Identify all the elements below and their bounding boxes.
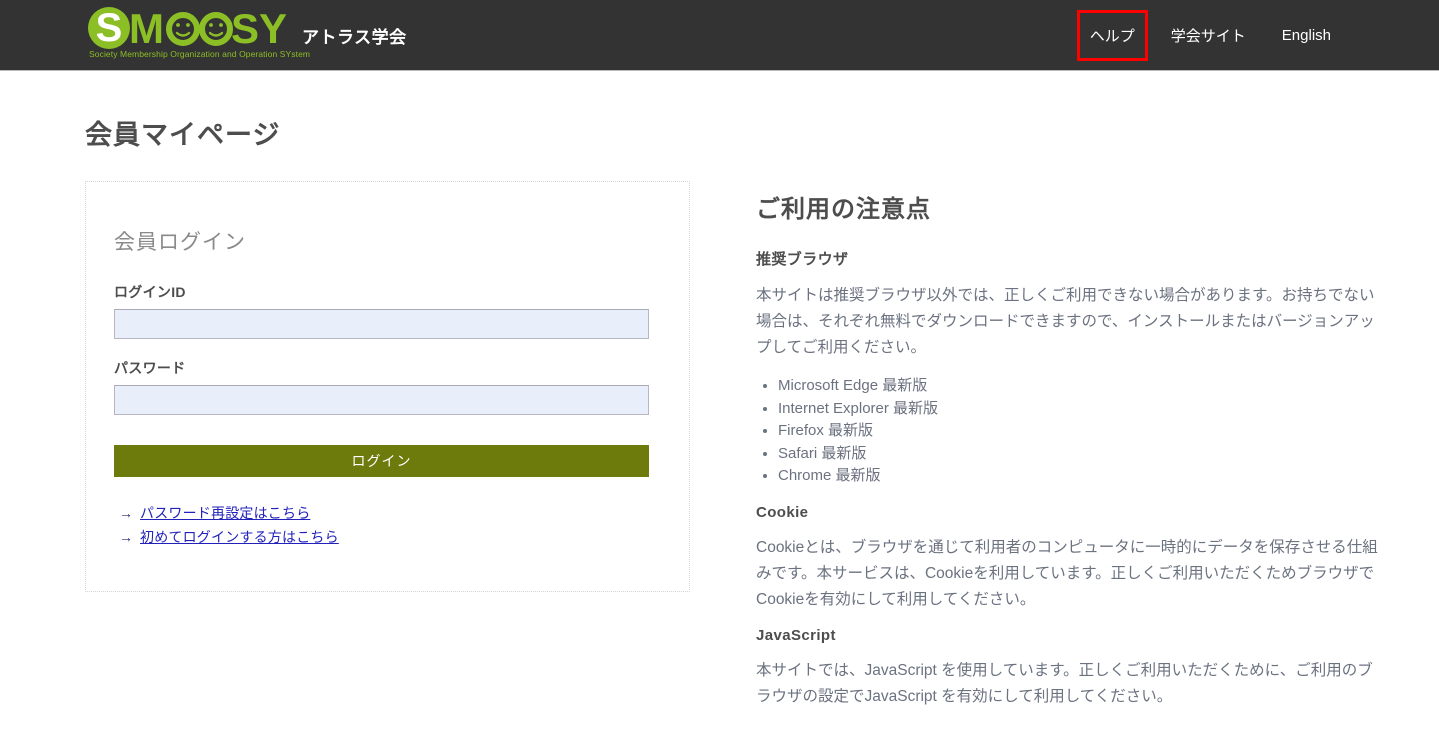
list-item: Chrome 最新版 (778, 465, 1381, 488)
page-title: 会員マイページ (85, 120, 281, 150)
brand-block: S M SY Society Membership Organization a… (85, 7, 407, 63)
link-first-time-login[interactable]: 初めてログインする方はこちら (140, 527, 339, 547)
notes-paragraph-javascript: 本サイトでは、JavaScript を使用しています。正しくご利用いただくために… (756, 661, 1373, 705)
svg-text:M: M (129, 7, 164, 52)
list-item: Firefox 最新版 (778, 420, 1381, 443)
notes-paragraph-browsers: 本サイトは推奨ブラウザ以外では、正しくご利用できない場合があります。お持ちでない… (756, 287, 1375, 356)
login-submit-button[interactable]: ログイン (114, 445, 649, 477)
header-nav: ヘルプ 学会サイト English (1058, 0, 1439, 71)
smoosy-logo[interactable]: S M SY Society Membership Organization a… (85, 7, 310, 63)
notes-section-cookie: Cookie Cookieとは、ブラウザを通じて利用者のコンピュータに一時的にデ… (756, 504, 1381, 613)
notes-section-javascript: JavaScript 本サイトでは、JavaScript を使用しています。正し… (756, 627, 1381, 710)
login-card: 会員ログイン ログインID パスワード ログイン → パスワード再設定はこちら … (85, 181, 690, 592)
notes-subtitle-browsers: 推奨ブラウザ (756, 251, 849, 268)
list-item: Safari 最新版 (778, 443, 1381, 466)
notes-subtitle-javascript: JavaScript (756, 626, 836, 644)
list-item: Microsoft Edge 最新版 (778, 375, 1381, 398)
notes-subtitle-cookie: Cookie (756, 503, 809, 521)
link-row-first-time-login: → 初めてログインする方はこちら (119, 527, 661, 547)
password-field-block: パスワード (114, 358, 661, 415)
notes-section-browsers: 推奨ブラウザ 本サイトは推奨ブラウザ以外では、正しくご利用できない場合があります… (756, 248, 1381, 488)
login-id-field-block: ログインID (114, 282, 661, 339)
password-label: パスワード (114, 360, 186, 376)
login-id-label: ログインID (114, 284, 186, 300)
usage-notes-title: ご利用の注意点 (756, 196, 931, 223)
list-item: Internet Explorer 最新版 (778, 398, 1381, 421)
link-password-reset[interactable]: パスワード再設定はこちら (140, 503, 310, 523)
password-input[interactable] (114, 385, 649, 415)
arrow-right-icon: → (119, 505, 133, 521)
login-card-links: → パスワード再設定はこちら → 初めてログインする方はこちら (114, 503, 661, 547)
notes-paragraph-cookie: Cookieとは、ブラウザを通じて利用者のコンピュータに一時的にデータを保存させ… (756, 538, 1378, 608)
logo-tagline: Society Membership Organization and Oper… (89, 49, 311, 59)
brand-name: アトラス学会 (302, 27, 407, 47)
site-header: S M SY Society Membership Organization a… (0, 0, 1439, 71)
content-columns: 会員ログイン ログインID パスワード ログイン → パスワード再設定はこちら … (85, 181, 1389, 724)
link-row-password-reset: → パスワード再設定はこちら (119, 503, 661, 523)
browser-list: Microsoft Edge 最新版 Internet Explorer 最新版… (778, 375, 1381, 488)
nav-link-help[interactable]: ヘルプ (1076, 10, 1148, 61)
svg-text:S: S (96, 7, 123, 50)
main-content: 会員マイページ 会員ログイン ログインID パスワード ログイン → パスワード… (0, 113, 1439, 724)
usage-notes: ご利用の注意点 推奨ブラウザ 本サイトは推奨ブラウザ以外では、正しくご利用できな… (756, 181, 1381, 724)
login-card-title: 会員ログイン (114, 231, 246, 254)
login-id-input[interactable] (114, 309, 649, 339)
nav-link-english[interactable]: English (1278, 21, 1335, 50)
nav-link-society-site[interactable]: 学会サイト (1167, 19, 1250, 52)
svg-text:SY: SY (231, 7, 287, 52)
arrow-right-icon: → (119, 529, 133, 545)
